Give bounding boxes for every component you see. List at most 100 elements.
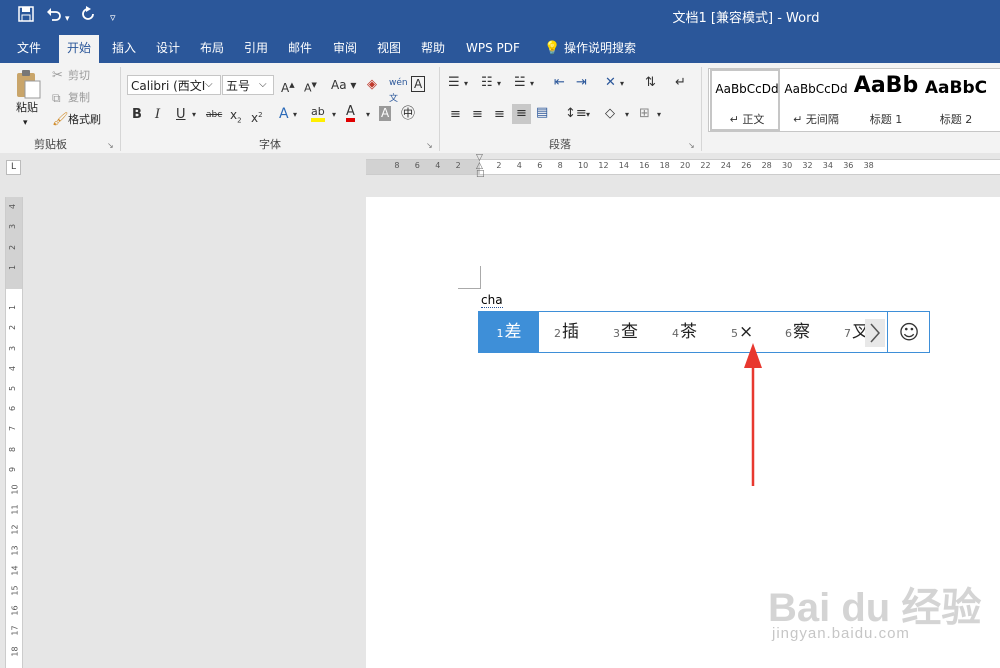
chinese-layout-dropdown-icon[interactable]: ▾ [620,76,624,92]
ime-candidate[interactable]: 4茶 [672,312,697,352]
underline-dropdown-icon[interactable]: ▾ [192,107,196,123]
paste-dropdown-icon[interactable]: ▾ [23,115,28,131]
tab-references[interactable]: 引用 [236,33,276,63]
numbering-icon[interactable]: ☷ [481,75,493,91]
vertical-ruler[interactable]: 4 3 2 1 1 2 3 4 5 6 7 8 9 10 11 12 13 14 15 16 17 18 [5,197,23,668]
shrink-font-icon[interactable]: A▼ [304,77,317,97]
subscript-icon[interactable]: x2 [230,107,242,128]
ruler-tick-label: 13 [10,545,20,556]
bullets-icon[interactable]: ☰ [448,75,460,91]
style-normal[interactable]: AaBbCcDd ↵ 正文 [710,69,780,131]
style-no-spacing[interactable]: AaBbCcDd ↵ 无间隔 [781,69,851,131]
candidate-number: 6 [785,327,792,340]
copy-button[interactable]: 复制 [68,90,90,106]
font-size-dropdown-icon[interactable]: ⌵ [259,77,267,93]
ruler-tick-label: 2 [496,161,502,170]
grow-font-icon[interactable]: A▲ [281,77,295,96]
tab-wps-pdf[interactable]: WPS PDF [458,33,528,63]
cut-button[interactable]: 剪切 [68,68,90,84]
ruler-tick-label: 10 [10,484,20,495]
tab-home[interactable]: 开始 [59,35,100,63]
horizontal-ruler[interactable]: 8 6 4 2 2 4 6 8 10 12 14 16 18 20 22 24 26 28 30 32 34 36 38 [366,159,1000,175]
paragraph-launcher-icon[interactable]: ↘ [688,141,695,150]
distributed-icon[interactable]: ▤ [536,105,548,121]
tab-design[interactable]: 设计 [148,33,188,63]
decrease-indent-icon[interactable]: ⇤ [554,75,565,91]
clipboard-launcher-icon[interactable]: ↘ [107,141,114,150]
tab-file[interactable]: 文件 [9,33,49,63]
ime-candidate[interactable]: 1差 [479,312,539,352]
tab-mailings[interactable]: 邮件 [280,33,320,63]
tell-me-search[interactable]: 💡 操作说明搜索 [536,33,644,63]
indent-marker-icon[interactable]: ▽ △ □ [476,154,485,179]
ime-candidate[interactable]: 7叉 [844,312,865,352]
smiley-icon[interactable]: ☺ [891,312,927,352]
font-launcher-icon[interactable]: ↘ [426,141,433,150]
tab-insert[interactable]: 插入 [104,33,144,63]
tab-selector-icon[interactable]: L [6,160,21,175]
paste-icon[interactable] [14,69,42,99]
superscript-icon[interactable]: x2 [251,107,263,126]
borders-dropdown-icon[interactable]: ▾ [657,107,661,123]
multilevel-dropdown-icon[interactable]: ▾ [530,76,534,92]
style-heading-1[interactable]: AaBb 标题 1 [851,69,921,131]
enclose-characters-icon[interactable]: ㊥ [401,106,415,122]
strikethrough-icon[interactable]: abc [206,107,222,123]
ime-candidate[interactable]: 6察 [785,312,810,352]
ime-candidate[interactable]: 2插 [554,312,579,352]
tab-help[interactable]: 帮助 [413,33,453,63]
shading-dropdown-icon[interactable]: ▾ [625,107,629,123]
font-color-icon[interactable]: A [346,105,355,122]
bullets-dropdown-icon[interactable]: ▾ [464,76,468,92]
format-painter-icon: 🖌 [52,112,69,127]
bold-icon[interactable]: B [132,107,142,123]
style-heading-2[interactable]: AaBbC 标题 2 [921,69,991,131]
font-name-value: Calibri (西文I [131,79,206,93]
italic-icon[interactable]: I [155,107,160,123]
character-shading-icon[interactable]: A [379,106,392,121]
borders-icon[interactable]: ⊞ [639,106,650,122]
tell-me-label: 操作说明搜索 [564,41,637,55]
highlight-icon[interactable]: ab [311,105,325,122]
underline-icon[interactable]: U [176,107,186,123]
multilevel-list-icon[interactable]: ☱ [514,75,526,91]
line-spacing-dropdown-icon[interactable]: ▾ [586,107,590,123]
clear-formatting-icon[interactable]: ◈ [367,77,377,93]
format-painter-button[interactable]: 格式刷 [68,112,101,128]
ruler-tick-label: 16 [10,605,20,616]
chevron-right-icon[interactable] [865,319,885,347]
chinese-layout-icon[interactable]: ✕ [605,75,616,91]
text-effects-icon[interactable]: A [279,106,289,122]
phonetic-guide-icon[interactable]: wén 文 [389,75,408,107]
paste-button[interactable]: 粘贴 [16,100,38,116]
shading-icon[interactable]: ◇ [605,106,615,122]
ruler-tick-label: 14 [10,565,20,576]
tab-review[interactable]: 审阅 [325,33,365,63]
ruler-margin-top [6,197,22,289]
ruler-tick-label: 32 [802,161,813,170]
align-center-icon[interactable]: ≡ [472,107,483,123]
style-sample: AaBbCcDd [715,82,779,96]
tab-view[interactable]: 视图 [369,33,409,63]
font-color-dropdown-icon[interactable]: ▾ [366,107,370,123]
highlight-dropdown-icon[interactable]: ▾ [332,107,336,123]
character-border-icon[interactable]: A [411,76,426,92]
margin-corner-mark [458,266,481,289]
tab-layout[interactable]: 布局 [192,33,232,63]
change-case-icon[interactable]: Aa ▾ [331,77,356,93]
justify-icon[interactable]: ≡ [512,104,531,124]
ruler-tick-label: 1 [8,264,18,270]
show-marks-icon[interactable]: ↵ [675,75,686,91]
ime-candidate[interactable]: 3查 [613,312,638,352]
ruler-tick-label: 15 [10,585,20,596]
font-name-dropdown-icon[interactable]: ⌵ [205,77,213,93]
align-left-icon[interactable]: ≡ [450,107,461,123]
text-effects-dropdown-icon[interactable]: ▾ [293,107,297,123]
sort-icon[interactable]: ⇅ [645,75,656,91]
line-spacing-icon[interactable]: ↕≡ [565,106,587,122]
baidu-watermark-url: jingyan.baidu.com [772,625,910,642]
ruler-tick-label: 4 [8,204,18,210]
align-right-icon[interactable]: ≡ [494,107,505,123]
numbering-dropdown-icon[interactable]: ▾ [497,76,501,92]
increase-indent-icon[interactable]: ⇥ [576,75,587,91]
